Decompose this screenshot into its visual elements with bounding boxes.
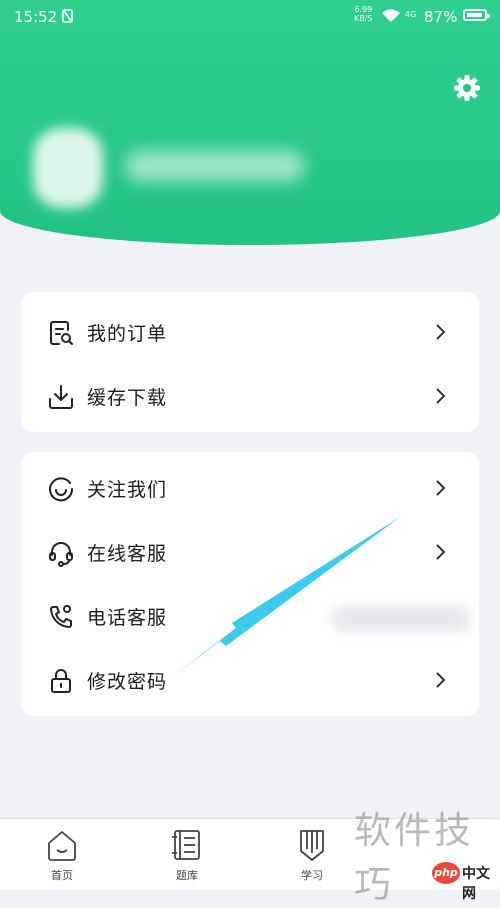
tab-label: 首页 [51,869,73,882]
wifi-icon [382,9,400,22]
order-icon [50,321,73,345]
menu-item-label: 电话客服 [87,607,168,629]
menu-item-cache-download[interactable]: 缓存下载 [21,364,479,428]
phone-number-blurred [331,606,471,632]
signal-label: 4G [405,10,417,19]
tab-label: 学习 [301,869,323,882]
menu-item-phone-service[interactable]: 电话客服 [21,584,479,648]
menu-item-label: 关注我们 [87,479,168,501]
network-speed: 6.99 KB/S [354,5,373,23]
question-bank-icon [172,830,200,860]
notification-icon [62,9,73,23]
battery-icon [463,9,490,21]
follow-icon [49,477,74,502]
lock-icon [51,669,71,693]
menu-item-online-service[interactable]: 在线客服 [21,520,479,584]
badge-text: 中文网 [462,866,490,902]
headset-icon [49,542,73,567]
tab-question-bank[interactable]: 题库 [137,819,237,890]
tab-home[interactable]: 首页 [12,819,112,890]
study-icon [300,830,324,861]
php-cn-badge: php 中文网 [432,862,498,902]
battery-percent: 87% [424,8,458,26]
menu-item-label: 修改密码 [87,671,168,693]
menu-item-follow-us[interactable]: 关注我们 [21,456,479,520]
chevron-right-icon [436,672,446,688]
chevron-right-icon [436,480,446,496]
network-speed-unit: KB/S [354,14,373,23]
status-time: 15:52 [14,8,58,26]
chevron-right-icon [436,544,446,560]
menu-item-label: 我的订单 [87,323,168,345]
network-speed-value: 6.99 [354,5,373,14]
menu-item-my-orders[interactable]: 我的订单 [21,300,479,364]
username-blurred[interactable] [125,150,305,182]
menu-card-service: 关注我们 在线客服 电话客服 修改密码 [21,452,479,716]
profile-header [0,0,500,245]
chevron-right-icon [436,324,446,340]
php-logo: php [432,862,460,884]
menu-item-change-password[interactable]: 修改密码 [21,648,479,712]
menu-item-label: 在线客服 [87,543,168,565]
menu-card-account: 我的订单 缓存下载 [21,292,479,432]
tab-label: 题库 [176,869,198,882]
menu-item-label: 缓存下载 [87,387,168,409]
tab-study[interactable]: 学习 [262,819,362,890]
phone-icon [50,605,72,628]
home-icon [48,831,76,861]
settings-gear-icon[interactable] [452,73,482,103]
download-icon [49,385,73,409]
chevron-right-icon [436,388,446,404]
status-bar: 15:52 6.99 KB/S 4G 87% [0,0,500,34]
avatar[interactable] [33,128,103,208]
